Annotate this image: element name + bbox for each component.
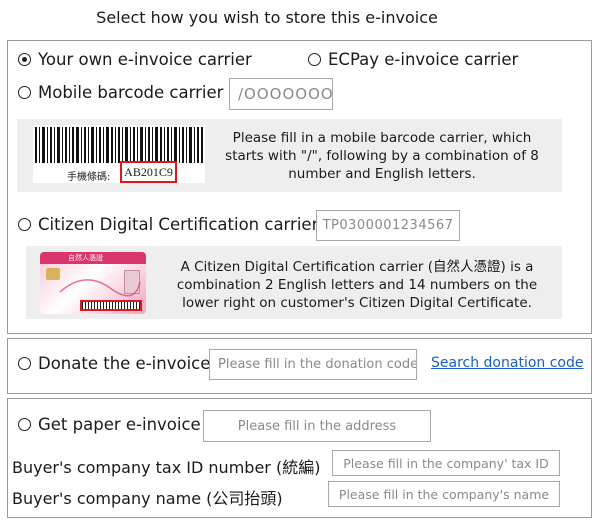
citizen-help-panel: 自然人憑證 A Citizen Digital Certification ca…: [26, 246, 562, 319]
donate-section: Donate the e-invoice Please fill in the …: [7, 338, 592, 394]
address-input[interactable]: Please fill in the address: [203, 410, 431, 442]
card-number-highlight: [80, 300, 142, 311]
radio-unchecked-icon[interactable]: [18, 218, 31, 231]
donate-label: Donate the e-invoice: [38, 354, 211, 373]
radio-unchecked-icon[interactable]: [18, 86, 31, 99]
citizen-certificate-label: Citizen Digital Certification carrier: [38, 215, 319, 234]
radio-citizen-certificate[interactable]: Citizen Digital Certification carrier: [18, 215, 318, 234]
radio-checked-icon[interactable]: [18, 53, 31, 66]
barcode-code-highlight: AB201C9: [120, 161, 177, 183]
barcode-icon: [35, 127, 203, 163]
citizen-card-image: 自然人憑證: [40, 252, 146, 314]
radio-unchecked-icon[interactable]: [308, 53, 321, 66]
radio-unchecked-icon[interactable]: [18, 418, 31, 431]
tax-id-input[interactable]: Please fill in the company' tax ID: [332, 450, 560, 476]
search-donation-code-link[interactable]: Search donation code: [431, 355, 583, 371]
company-name-label: Buyer's company name (公司抬頭): [12, 489, 283, 508]
radio-paper-invoice[interactable]: Get paper e-invoice: [18, 415, 201, 434]
citizen-help-text: A Citizen Digital Certification carrier …: [176, 259, 538, 311]
radio-donate[interactable]: Donate the e-invoice: [18, 354, 210, 373]
mobile-help-panel: 手機條碼: AB201C9 Please fill in a mobile ba…: [17, 119, 562, 192]
paper-invoice-label: Get paper e-invoice: [38, 415, 201, 434]
mobile-help-text: Please fill in a mobile barcode carrier,…: [225, 130, 539, 182]
radio-ecpay-carrier[interactable]: ECPay e-invoice carrier: [308, 50, 518, 69]
own-carrier-label: Your own e-invoice carrier: [38, 50, 252, 69]
radio-unchecked-icon[interactable]: [18, 357, 31, 370]
company-name-input[interactable]: Please fill in the company's name: [328, 481, 560, 507]
donation-code-input[interactable]: Please fill in the donation code: [209, 349, 417, 380]
mobile-barcode-input[interactable]: /OOOOOOO: [229, 78, 333, 110]
citizen-certificate-input[interactable]: TP0300001234567: [316, 210, 460, 241]
ecpay-carrier-label: ECPay e-invoice carrier: [328, 50, 519, 69]
barcode-caption: 手機條碼:: [67, 172, 111, 183]
page-title: Select how you wish to store this e-invo…: [96, 8, 438, 27]
carrier-section: Your own e-invoice carrier ECPay e-invoi…: [7, 40, 592, 334]
tax-id-label: Buyer's company tax ID number (統編): [12, 458, 321, 477]
paper-invoice-section: Get paper e-invoice Please fill in the a…: [7, 398, 592, 518]
radio-own-carrier[interactable]: Your own e-invoice carrier: [18, 50, 252, 69]
radio-mobile-barcode[interactable]: Mobile barcode carrier: [18, 83, 223, 102]
barcode-image: 手機條碼: AB201C9: [33, 125, 205, 183]
mobile-barcode-label: Mobile barcode carrier: [38, 83, 224, 102]
